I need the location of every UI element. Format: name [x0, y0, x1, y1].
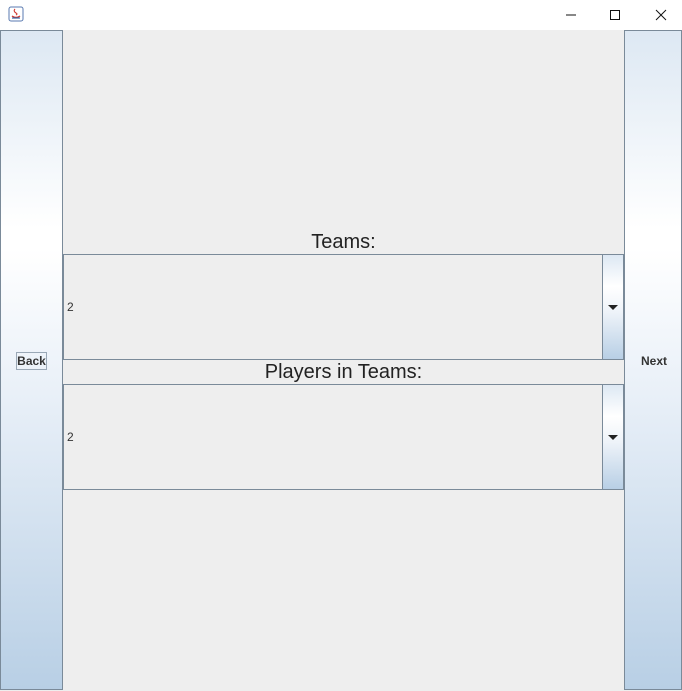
- minimize-icon: [565, 6, 577, 25]
- next-button[interactable]: Next: [624, 30, 682, 690]
- players-selected-value: 2: [67, 430, 74, 444]
- chevron-down-icon: [608, 434, 618, 440]
- next-button-label: Next: [640, 354, 667, 368]
- close-icon: [655, 6, 667, 25]
- minimize-button[interactable]: [548, 0, 594, 30]
- main-panel: Back Teams: 2 Players in Teams: 2 Next: [0, 30, 682, 691]
- maximize-button[interactable]: [592, 0, 638, 30]
- teams-dropdown[interactable]: 2: [63, 254, 624, 360]
- teams-selected-value: 2: [67, 300, 74, 314]
- title-bar: [0, 0, 682, 30]
- players-in-teams-label: Players in Teams:: [264, 361, 423, 383]
- maximize-icon: [609, 6, 621, 25]
- teams-label: Teams:: [311, 231, 376, 253]
- java-icon: [8, 6, 24, 22]
- chevron-down-icon: [608, 304, 618, 310]
- close-button[interactable]: [638, 0, 682, 30]
- teams-dropdown-arrow-button[interactable]: [602, 255, 623, 359]
- players-dropdown[interactable]: 2: [63, 384, 624, 490]
- players-dropdown-arrow-button[interactable]: [602, 385, 623, 489]
- back-button[interactable]: Back: [0, 30, 63, 690]
- back-button-label: Back: [16, 352, 47, 370]
